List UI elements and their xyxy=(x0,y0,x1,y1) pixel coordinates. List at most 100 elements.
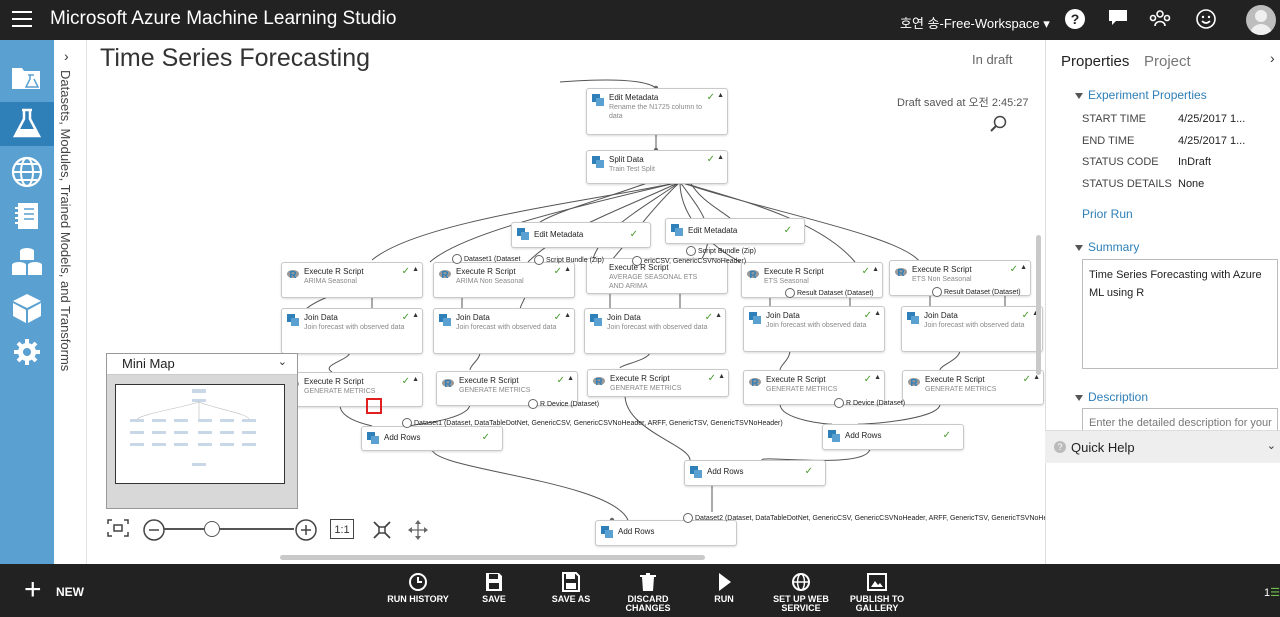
module-split-data[interactable]: Split Data Train Test Split ✓ ▲ xyxy=(586,150,728,184)
chevron-up-icon[interactable]: ▲ xyxy=(718,373,725,380)
zoom-slider-track[interactable] xyxy=(164,528,294,530)
module-icon xyxy=(749,312,761,324)
module-execute-r-script[interactable]: RExecute R ScriptGENERATE METRICS✓▲ xyxy=(902,370,1044,405)
module-title: Join Data xyxy=(924,311,958,320)
chevron-up-icon[interactable]: ▲ xyxy=(412,312,419,319)
community-icon[interactable] xyxy=(1148,8,1172,32)
save-as-button[interactable]: SAVE AS xyxy=(545,572,597,604)
chevron-up-icon[interactable]: ▲ xyxy=(412,266,419,273)
highlighted-output-port[interactable] xyxy=(366,398,382,414)
search-icon[interactable] xyxy=(990,115,1008,138)
run-history-button[interactable]: RUN HISTORY xyxy=(384,572,452,604)
module-add-rows[interactable]: Add Rows ✓ xyxy=(822,424,964,450)
gallery-icon xyxy=(867,573,887,591)
port-label[interactable]: Script Bundle (Zip) xyxy=(534,255,604,265)
canvas-horizontal-scrollbar[interactable] xyxy=(280,555,705,560)
smiley-feedback-icon[interactable] xyxy=(1194,8,1218,32)
chevron-up-icon[interactable]: ▲ xyxy=(872,266,879,273)
module-join-data[interactable]: Join Data Join forecast with observed dat… xyxy=(433,308,575,354)
chevron-up-icon[interactable]: ▲ xyxy=(874,374,881,381)
r-script-icon: R xyxy=(439,270,451,280)
port-label[interactable]: Dataset1 (Dataset xyxy=(452,254,520,264)
port-label[interactable]: Dataset2 (Dataset, DataTableDotNet, Gene… xyxy=(683,513,1059,523)
save-button[interactable]: SAVE xyxy=(470,572,518,604)
module-add-rows[interactable]: Add Rows ✓ xyxy=(361,426,503,451)
module-edit-metadata[interactable]: Edit Metadata ✓ xyxy=(511,222,651,248)
port-label[interactable]: R Device (Dataset) xyxy=(834,398,905,408)
pan-move-icon[interactable] xyxy=(406,519,430,541)
module-edit-metadata[interactable]: Edit Metadata ✓ xyxy=(665,218,805,244)
summary-section[interactable]: Summary xyxy=(1075,240,1139,254)
module-join-data[interactable]: Join Data Join forecast with observed dat… xyxy=(281,308,423,354)
experiment-properties-section[interactable]: Experiment Properties xyxy=(1075,88,1207,102)
zoom-slider-thumb[interactable] xyxy=(204,521,220,537)
chevron-down-icon[interactable]: ⌄ xyxy=(1267,439,1276,452)
chevron-down-icon[interactable]: ⌄ xyxy=(278,355,287,368)
port-label[interactable]: Result Dataset (Dataset) xyxy=(785,288,874,298)
chevron-up-icon[interactable]: ▲ xyxy=(717,92,724,99)
property-label: STATUS CODE xyxy=(1082,156,1159,168)
module-description: Join forecast with observed data xyxy=(766,322,867,329)
feedback-chat-icon[interactable] xyxy=(1106,8,1130,32)
chevron-up-icon[interactable]: ▲ xyxy=(1020,264,1027,271)
auto-layout-icon[interactable] xyxy=(370,519,394,541)
mini-map[interactable]: Mini Map ⌄ xyxy=(106,353,298,509)
clock-history-icon xyxy=(409,573,427,591)
check-icon: ✓ xyxy=(481,432,490,443)
quick-help-bar[interactable]: ? Quick Help ⌄ xyxy=(1045,430,1280,463)
chevron-up-icon[interactable]: ▲ xyxy=(564,312,571,319)
check-icon: ✓ xyxy=(1022,374,1031,385)
prior-run-link[interactable]: Prior Run xyxy=(1082,207,1133,221)
chevron-up-icon[interactable]: ▲ xyxy=(412,376,419,383)
play-icon xyxy=(719,573,731,591)
help-icon[interactable]: ? xyxy=(1063,8,1087,32)
experiment-title[interactable]: Time Series Forecasting xyxy=(100,44,370,73)
tab-project[interactable]: Project xyxy=(1144,53,1191,70)
chevron-up-icon[interactable]: ▲ xyxy=(1033,374,1040,381)
user-avatar[interactable] xyxy=(1246,5,1276,35)
module-edit-metadata[interactable]: Edit Metadata Rename the N1725 column to … xyxy=(586,88,728,135)
module-description: GENERATE METRICS xyxy=(925,386,997,393)
zoom-actual-size-button[interactable]: 1:1 xyxy=(330,519,354,539)
chevron-up-icon[interactable]: ▲ xyxy=(567,375,574,382)
port-label[interactable]: Dataset1 (Dataset, DataTableDotNet, Gene… xyxy=(402,418,783,428)
module-join-data[interactable]: Join Data Join forecast with observed dat… xyxy=(743,306,885,352)
port-label[interactable]: Result Dataset (Dataset) xyxy=(932,287,1021,297)
summary-textarea[interactable]: Time Series Forecasting with Azure ML us… xyxy=(1082,259,1278,369)
svg-text:R: R xyxy=(897,268,905,278)
zoom-out-icon[interactable] xyxy=(142,519,166,541)
module-description: Train Test Split xyxy=(609,166,655,173)
port-label[interactable]: Script Bundle (Zip) xyxy=(686,246,756,256)
module-execute-r-script[interactable]: R Execute R Script ARIMA Non Seasonal ✓ ▲ xyxy=(433,262,575,298)
check-icon: ✓ xyxy=(861,266,870,277)
module-execute-r-script[interactable]: RExecute R ScriptGENERATE METRICS✓▲ xyxy=(281,372,423,407)
module-add-rows[interactable]: Add Rows ✓ xyxy=(684,460,826,486)
chevron-up-icon[interactable]: ▲ xyxy=(717,154,724,161)
description-section[interactable]: Description xyxy=(1075,390,1148,404)
chevron-up-icon[interactable]: ▲ xyxy=(874,310,881,317)
module-execute-r-script[interactable]: R Execute R Script ARIMA Seasonal ✓ ▲ xyxy=(281,262,423,298)
canvas-vertical-scrollbar[interactable] xyxy=(1036,235,1041,375)
chevron-up-icon[interactable]: ▲ xyxy=(564,266,571,273)
module-join-data[interactable]: Join Data Join forecast with observed dat… xyxy=(901,306,1043,352)
description-textarea[interactable]: Enter the detailed description for your xyxy=(1082,408,1278,430)
svg-text:R: R xyxy=(289,270,297,280)
run-button[interactable]: RUN xyxy=(706,572,742,604)
discard-changes-button[interactable]: DISCARD CHANGES xyxy=(622,572,674,613)
module-join-data[interactable]: Join Data Join forecast with observed dat… xyxy=(584,308,726,354)
globe-icon xyxy=(792,573,810,591)
chevron-right-icon[interactable]: › xyxy=(1270,50,1275,66)
chevron-up-icon[interactable]: ▲ xyxy=(715,312,722,319)
module-title: Join Data xyxy=(456,313,490,322)
status-indicator[interactable]: 1☰ xyxy=(1264,586,1280,599)
tab-properties[interactable]: Properties xyxy=(1061,53,1129,70)
module-title: Execute R Script xyxy=(912,265,972,274)
setup-web-service-button[interactable]: SET UP WEB SERVICE xyxy=(770,572,832,613)
module-add-rows[interactable]: Add Rows xyxy=(595,520,737,546)
zoom-in-icon[interactable] xyxy=(294,519,318,541)
port-label[interactable]: R Device (Dataset) xyxy=(528,399,599,409)
module-execute-r-script[interactable]: RExecute R ScriptGENERATE METRICS✓▲ xyxy=(587,369,729,397)
mini-map-viewport[interactable] xyxy=(115,384,285,484)
publish-to-gallery-button[interactable]: PUBLISH TO GALLERY xyxy=(848,572,906,613)
fit-to-screen-icon[interactable] xyxy=(106,519,130,541)
